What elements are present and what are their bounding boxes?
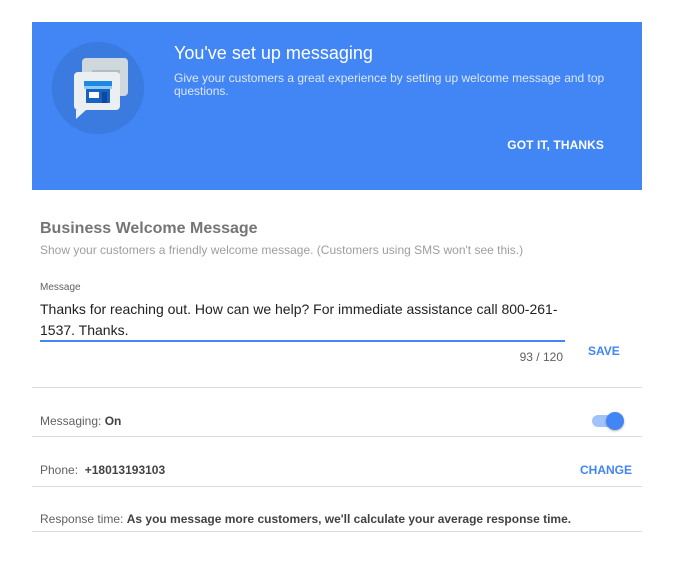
divider: [32, 387, 642, 388]
save-button[interactable]: SAVE: [588, 344, 620, 358]
setup-banner: You've set up messaging Give your custom…: [32, 22, 642, 190]
toggle-thumb: [606, 412, 624, 430]
message-input-underline: [40, 340, 565, 342]
divider: [32, 531, 642, 532]
storefront-chat-icon: [52, 42, 144, 134]
messaging-label: Messaging:: [40, 414, 105, 428]
phone-label: Phone:: [40, 463, 79, 477]
response-time-value: As you message more customers, we'll cal…: [126, 512, 572, 526]
messaging-toggle[interactable]: [592, 411, 624, 431]
messaging-value: On: [104, 414, 122, 428]
character-counter: 93 / 120: [519, 350, 563, 364]
section-subtitle: Show your customers a friendly welcome m…: [40, 243, 524, 257]
phone-number: +18013193103: [84, 463, 166, 477]
got-it-button[interactable]: GOT IT, THANKS: [507, 138, 604, 152]
response-time-row: Response time: As you message more custo…: [40, 512, 571, 526]
welcome-message-input[interactable]: Thanks for reaching out. How can we help…: [40, 299, 565, 341]
phone-row: Phone: +18013193103: [40, 463, 165, 477]
change-phone-button[interactable]: CHANGE: [580, 463, 632, 477]
banner-title: You've set up messaging: [174, 43, 373, 63]
response-time-label: Response time:: [40, 512, 127, 526]
divider: [32, 486, 642, 487]
message-field-label: Message: [40, 282, 81, 293]
divider: [32, 436, 642, 437]
banner-description: Give your customers a great experience b…: [174, 71, 605, 98]
messaging-status: Messaging: On: [40, 414, 121, 428]
section-title: Business Welcome Message: [40, 220, 258, 237]
